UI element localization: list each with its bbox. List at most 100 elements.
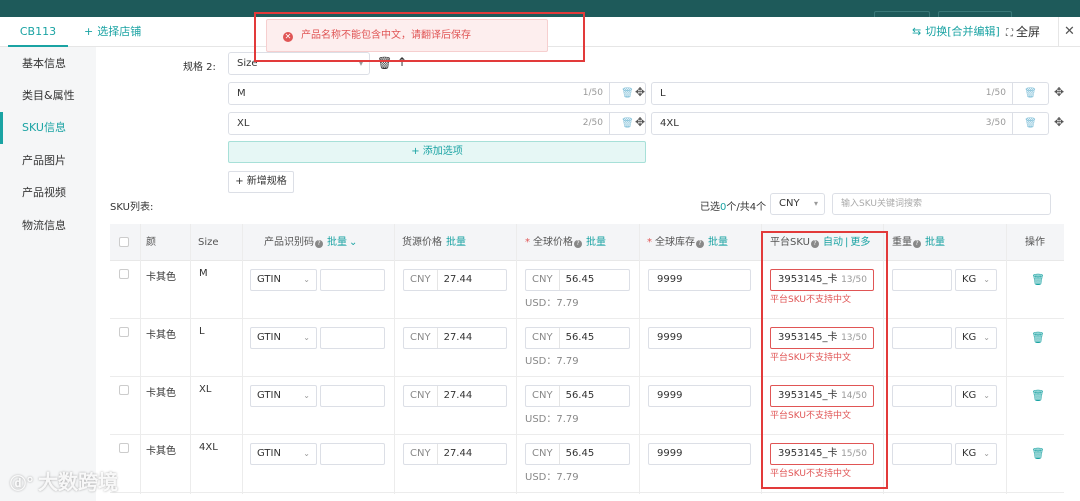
- stock-input[interactable]: 9999: [648, 327, 751, 349]
- batch-weight-link[interactable]: 批量: [925, 237, 945, 248]
- sidebar-item-product-images[interactable]: 产品图片: [0, 145, 96, 177]
- stock-input[interactable]: 9999: [648, 269, 751, 291]
- header-global-stock: * 全球库存? 批量: [647, 224, 728, 261]
- global-price-input[interactable]: CNY 56.45: [525, 327, 630, 349]
- chevron-down-icon[interactable]: ⌄: [349, 237, 357, 248]
- weight-input[interactable]: [892, 327, 952, 349]
- sidebar-item-category[interactable]: 类目&属性: [0, 80, 96, 112]
- delete-row-icon[interactable]: 🗑: [1031, 273, 1045, 286]
- header-weight: 重量? 批量: [892, 224, 945, 261]
- delete-row-icon[interactable]: 🗑: [1031, 389, 1045, 402]
- weight-unit-select[interactable]: KG ⌄: [955, 385, 997, 407]
- option-input-xl[interactable]: XL 2/50 🗑: [228, 112, 646, 135]
- fullscreen-button[interactable]: ⛶ 全屏: [1006, 17, 1040, 49]
- table-row: 卡其色 4XL GTIN ⌄ CNY 27.44 CNY 56.45 USD：7.79…: [110, 435, 1064, 493]
- currency-select[interactable]: CNY ▾: [770, 193, 825, 215]
- weight-unit-select[interactable]: KG ⌄: [955, 327, 997, 349]
- weight-input[interactable]: [892, 443, 952, 465]
- plus-icon: +: [235, 176, 247, 187]
- row-checkbox[interactable]: [119, 443, 129, 453]
- cell-size: M: [199, 268, 208, 279]
- weight-unit-select[interactable]: KG ⌄: [955, 443, 997, 465]
- drag-handle-icon[interactable]: ✥: [1054, 85, 1064, 99]
- product-code-input[interactable]: [320, 385, 385, 407]
- global-price-value: 56.45: [565, 390, 595, 401]
- add-spec-button[interactable]: + 新增规格: [228, 171, 294, 193]
- tab-cb113[interactable]: CB113: [8, 17, 68, 47]
- code-type-select[interactable]: GTIN ⌄: [250, 269, 317, 291]
- header-size: Size: [198, 237, 219, 248]
- row-checkbox[interactable]: [119, 327, 129, 337]
- delete-option-icon[interactable]: 🗑: [1012, 83, 1048, 104]
- switch-merge-label: 切换[合并编辑]: [925, 25, 1000, 38]
- code-type-select[interactable]: GTIN ⌄: [250, 385, 317, 407]
- product-code-input[interactable]: [320, 327, 385, 349]
- sidebar-item-basic-info[interactable]: 基本信息: [0, 48, 96, 80]
- chevron-down-icon: ▾: [813, 199, 818, 208]
- batch-global-stock-link[interactable]: 批量: [708, 237, 728, 248]
- help-icon[interactable]: ?: [574, 240, 582, 248]
- source-price-value: 27.44: [443, 332, 473, 343]
- drag-handle-icon[interactable]: ✥: [635, 85, 645, 99]
- batch-source-price-link[interactable]: 批量: [446, 237, 466, 248]
- close-icon[interactable]: ✕: [1058, 17, 1080, 47]
- plus-icon: +: [84, 25, 94, 38]
- option-value: L: [660, 88, 666, 99]
- sidebar-item-sku-info[interactable]: SKU信息: [0, 112, 96, 144]
- drag-handle-icon[interactable]: ✥: [1054, 115, 1064, 129]
- row-checkbox[interactable]: [119, 385, 129, 395]
- help-icon[interactable]: ?: [315, 240, 323, 248]
- delete-option-icon[interactable]: 🗑: [1012, 113, 1048, 134]
- row-checkbox[interactable]: [119, 269, 129, 279]
- weight-unit-select[interactable]: KG ⌄: [955, 269, 997, 291]
- source-price-input[interactable]: CNY 27.44: [403, 269, 507, 291]
- add-spec-label: 新增规格: [246, 176, 287, 187]
- global-price-input[interactable]: CNY 56.45: [525, 443, 630, 465]
- code-type-select[interactable]: GTIN ⌄: [250, 443, 317, 465]
- required-asterisk: *: [647, 237, 652, 248]
- select-shop-label: 选择店铺: [97, 25, 142, 38]
- delete-row-icon[interactable]: 🗑: [1031, 331, 1045, 344]
- global-price-input[interactable]: CNY 56.45: [525, 385, 630, 407]
- weight-unit-value: KG: [962, 332, 977, 343]
- global-price-input[interactable]: CNY 56.45: [525, 269, 630, 291]
- switch-merge-edit-link[interactable]: ⇆ 切换[合并编辑]: [912, 17, 1000, 47]
- sidebar-item-product-video[interactable]: 产品视频: [0, 177, 96, 209]
- weight-input[interactable]: [892, 269, 952, 291]
- code-type-value: GTIN: [257, 274, 281, 285]
- sidebar-item-logistics[interactable]: 物流信息: [0, 210, 96, 242]
- product-code-input[interactable]: [320, 443, 385, 465]
- help-icon[interactable]: ?: [696, 240, 704, 248]
- stock-input[interactable]: 9999: [648, 385, 751, 407]
- option-input-l[interactable]: L 1/50 🗑: [651, 82, 1049, 105]
- batch-product-code-link[interactable]: 批量: [327, 237, 347, 248]
- stock-input[interactable]: 9999: [648, 443, 751, 465]
- weight-unit-value: KG: [962, 274, 977, 285]
- code-type-select[interactable]: GTIN ⌄: [250, 327, 317, 349]
- option-input-m[interactable]: M 1/50 🗑: [228, 82, 646, 105]
- header-source-price-label: 货源价格: [402, 237, 442, 248]
- drag-handle-icon[interactable]: ✥: [635, 115, 645, 129]
- source-price-input[interactable]: CNY 27.44: [403, 443, 507, 465]
- select-all-checkbox[interactable]: [119, 237, 129, 247]
- delete-row-icon[interactable]: 🗑: [1031, 447, 1045, 460]
- source-price-input[interactable]: CNY 27.44: [403, 327, 507, 349]
- add-option-label: 添加选项: [422, 146, 463, 157]
- select-shop-link[interactable]: + 选择店铺: [84, 17, 141, 47]
- header-source-price: 货源价格 批量: [402, 224, 466, 261]
- add-option-button[interactable]: + 添加选项: [228, 141, 646, 163]
- batch-global-price-link[interactable]: 批量: [586, 237, 606, 248]
- cell-color: 卡其色: [146, 272, 176, 283]
- source-price-value: 27.44: [443, 390, 473, 401]
- help-icon[interactable]: ?: [913, 240, 921, 248]
- source-price-input[interactable]: CNY 27.44: [403, 385, 507, 407]
- option-input-4xl[interactable]: 4XL 3/50 🗑: [651, 112, 1049, 135]
- weight-input[interactable]: [892, 385, 952, 407]
- currency-prefix: CNY: [404, 444, 438, 464]
- currency-value: CNY: [779, 198, 800, 209]
- header-weight-label: 重量: [892, 237, 912, 248]
- product-code-input[interactable]: [320, 269, 385, 291]
- sku-search-input[interactable]: 输入SKU关键词搜索: [832, 193, 1051, 215]
- option-count: 1/50: [985, 88, 1006, 98]
- sidebar: 基本信息 类目&属性 SKU信息 产品图片 产品视频 物流信息: [0, 47, 96, 501]
